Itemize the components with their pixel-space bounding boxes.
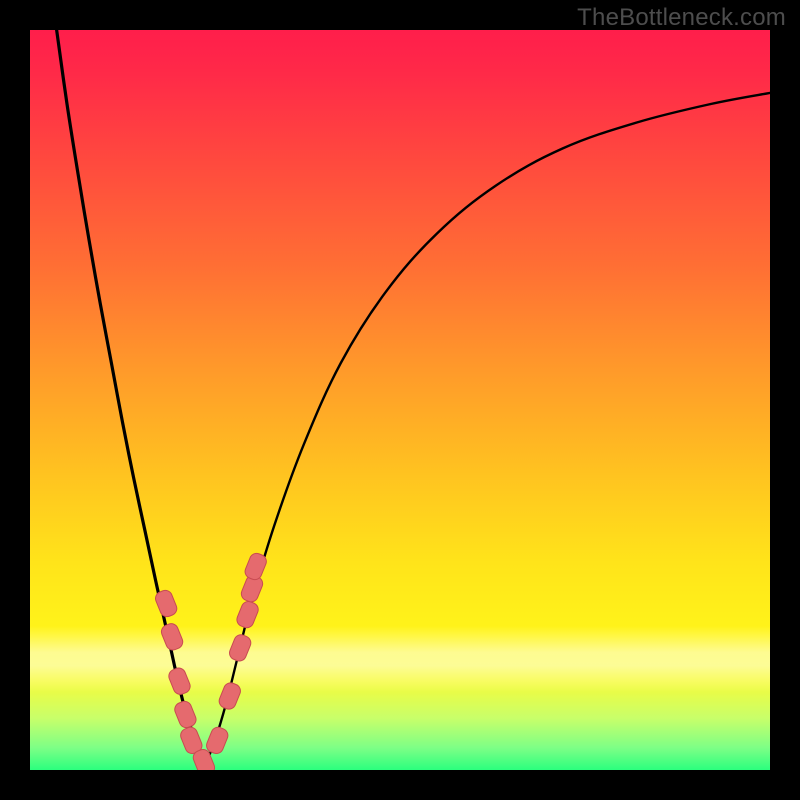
frame: TheBottleneck.com — [0, 0, 800, 800]
data-marker — [204, 725, 230, 755]
data-marker — [227, 633, 253, 663]
data-marker — [173, 699, 199, 729]
curve-right-branch — [206, 93, 770, 763]
curve-left-branch — [57, 30, 206, 763]
curve-layer — [30, 30, 770, 770]
data-marker — [217, 681, 243, 711]
data-marker — [235, 599, 261, 629]
data-marker — [159, 622, 185, 652]
watermark-text: TheBottleneck.com — [577, 4, 786, 32]
plot-area — [30, 30, 770, 770]
data-marker — [167, 666, 193, 696]
